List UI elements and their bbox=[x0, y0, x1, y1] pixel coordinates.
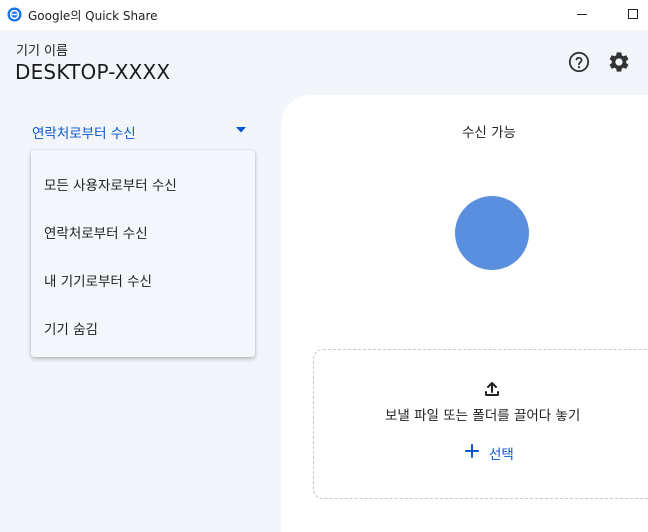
device-name: DESKTOP-XXXX bbox=[15, 60, 171, 84]
menu-item-label: 연락처로부터 수신 bbox=[44, 226, 148, 242]
menu-item-my-devices[interactable]: 내 기기로부터 수신 bbox=[31, 254, 255, 302]
receive-status: 수신 가능 bbox=[462, 125, 516, 141]
window-title: Google의 Quick Share bbox=[28, 9, 158, 23]
receive-mode-select[interactable]: 연락처로부터 수신 bbox=[32, 121, 248, 142]
device-name-label: 기기 이름 bbox=[16, 44, 68, 59]
menu-item-label: 내 기기로부터 수신 bbox=[44, 274, 152, 290]
select-files-label: 선택 bbox=[489, 447, 514, 463]
minimize-button[interactable] bbox=[577, 14, 587, 15]
menu-item-contacts[interactable]: 연락처로부터 수신 bbox=[31, 206, 255, 254]
select-files-button[interactable]: 선택 bbox=[462, 441, 522, 463]
drop-instruction: 보낼 파일 또는 폴더를 끌어다 놓기 bbox=[385, 408, 581, 424]
help-icon[interactable] bbox=[568, 51, 590, 73]
receive-mode-value: 연락처로부터 수신 bbox=[32, 126, 136, 142]
menu-item-everyone[interactable]: 모든 사용자로부터 수신 bbox=[31, 158, 255, 206]
menu-item-label: 기기 숨김 bbox=[44, 322, 98, 338]
maximize-button[interactable] bbox=[628, 9, 638, 19]
file-drop-zone[interactable] bbox=[313, 349, 648, 499]
menu-item-label: 모든 사용자로부터 수신 bbox=[44, 178, 177, 194]
receive-mode-menu: 모든 사용자로부터 수신 연락처로부터 수신 내 기기로부터 수신 기기 숨김 bbox=[31, 150, 255, 357]
chevron-down-icon bbox=[236, 127, 246, 133]
settings-icon[interactable] bbox=[607, 50, 631, 74]
plus-icon bbox=[465, 444, 479, 458]
quick-share-icon bbox=[7, 7, 22, 22]
device-avatar bbox=[455, 196, 529, 270]
menu-item-hidden[interactable]: 기기 숨김 bbox=[31, 302, 255, 350]
upload-icon bbox=[485, 382, 499, 396]
title-bar: Google의 Quick Share bbox=[0, 0, 648, 30]
quick-share-window: Google의 Quick Share 기기 이름 DESKTOP-XXXX 연… bbox=[0, 0, 648, 532]
